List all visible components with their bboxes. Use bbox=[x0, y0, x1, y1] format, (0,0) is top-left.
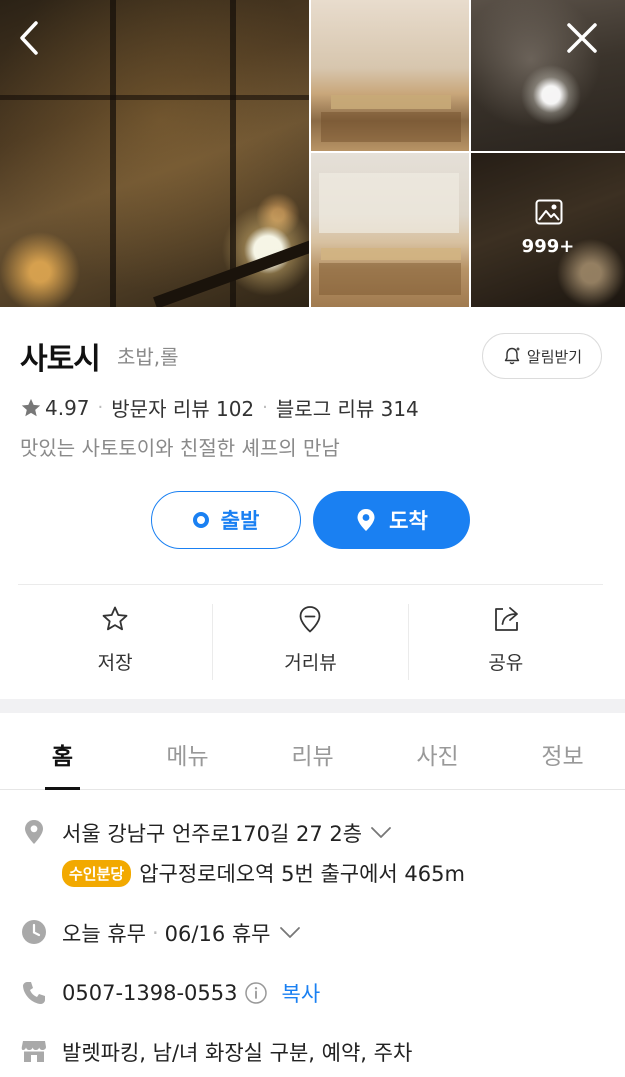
photo-gallery: 999+ bbox=[0, 0, 625, 307]
photo-thumb-3[interactable] bbox=[311, 153, 469, 307]
chevron-left-icon bbox=[20, 21, 38, 55]
close-icon bbox=[567, 23, 597, 53]
chevron-down-icon bbox=[371, 827, 391, 838]
subway-directions: 압구정로데오역 5번 출구에서 465m bbox=[139, 862, 465, 886]
location-pin-icon bbox=[357, 509, 375, 531]
map-pin-outline-icon bbox=[300, 606, 321, 633]
back-button[interactable] bbox=[10, 18, 50, 58]
action-row: 저장 거리뷰 공유 bbox=[18, 604, 603, 680]
place-category: 초밥,롤 bbox=[117, 345, 179, 369]
start-route-button[interactable]: 출발 bbox=[151, 491, 301, 549]
tab-info[interactable]: 정보 bbox=[500, 713, 625, 789]
image-icon bbox=[535, 199, 563, 225]
hours-next: 06/16 휴무 bbox=[164, 922, 271, 946]
clock-icon bbox=[22, 920, 46, 944]
rating-value: 4.97 bbox=[45, 395, 90, 420]
visitor-reviews-link[interactable]: 방문자 리뷰 102 bbox=[111, 393, 254, 422]
tab-reviews[interactable]: 리뷰 bbox=[250, 713, 375, 789]
share-label: 공유 bbox=[488, 652, 524, 674]
subway-line-badge: 수인분당 bbox=[62, 859, 132, 887]
save-button[interactable]: 저장 bbox=[18, 604, 214, 680]
tab-photos[interactable]: 사진 bbox=[375, 713, 500, 789]
more-photos-count[interactable]: 999+ bbox=[471, 236, 625, 257]
phone-number[interactable]: 0507-1398-0553 bbox=[62, 981, 238, 1005]
hours-today: 오늘 휴무 bbox=[62, 922, 146, 946]
alarm-button[interactable]: 알림받기 bbox=[482, 333, 602, 379]
chevron-down-icon bbox=[279, 927, 300, 938]
phone-icon bbox=[23, 982, 45, 1004]
separator-dot: · bbox=[97, 397, 104, 418]
tab-menu[interactable]: 메뉴 bbox=[125, 713, 250, 789]
street-view-button[interactable]: 거리뷰 bbox=[213, 604, 409, 680]
street-view-label: 거리뷰 bbox=[284, 652, 337, 674]
separator-dot: · bbox=[262, 397, 268, 418]
save-label: 저장 bbox=[97, 652, 133, 674]
close-button[interactable] bbox=[562, 18, 602, 58]
more-photos-overlay[interactable] bbox=[471, 153, 625, 307]
location-pin-icon bbox=[25, 820, 43, 844]
rating-row: 4.97 · 방문자 리뷰 102 · 블로그 리뷰 314 bbox=[20, 393, 419, 422]
bell-plus-icon bbox=[504, 347, 520, 365]
share-icon bbox=[494, 607, 518, 631]
divider bbox=[18, 584, 603, 585]
hours-row[interactable]: 오늘 휴무 · 06/16 휴무 bbox=[62, 918, 301, 948]
amenities-text: 발렛파킹, 남/녀 화장실 구분, 예약, 주차 bbox=[62, 1041, 413, 1065]
tab-bar: 홈 메뉴 리뷰 사진 정보 bbox=[0, 713, 625, 790]
store-icon bbox=[21, 1041, 46, 1062]
info-icon[interactable] bbox=[244, 981, 268, 1005]
copy-phone-button[interactable]: 복사 bbox=[282, 978, 321, 1008]
blog-reviews-link[interactable]: 블로그 리뷰 314 bbox=[276, 393, 419, 422]
alarm-label: 알림받기 bbox=[526, 347, 583, 366]
tab-home[interactable]: 홈 bbox=[0, 713, 125, 790]
origin-dot-icon bbox=[192, 512, 209, 528]
separator-dot: · bbox=[151, 921, 159, 945]
address-row[interactable]: 서울 강남구 언주로170길 27 2층 bbox=[62, 818, 392, 848]
start-route-label: 출발 bbox=[220, 509, 260, 533]
amenities-row: 발렛파킹, 남/녀 화장실 구분, 예약, 주차 bbox=[62, 1037, 412, 1067]
place-name: 사토시 bbox=[20, 342, 101, 377]
subway-row: 수인분당 압구정로데오역 5번 출구에서 465m bbox=[62, 858, 465, 888]
photo-thumb-1[interactable] bbox=[311, 0, 469, 151]
share-button[interactable]: 공유 bbox=[409, 604, 603, 680]
phone-row: 0507-1398-0553 복사 bbox=[62, 978, 320, 1008]
place-description: 맛있는 사토토이와 친절한 셰프의 만남 bbox=[20, 436, 340, 460]
section-divider bbox=[0, 699, 625, 713]
arrive-route-label: 도착 bbox=[389, 509, 428, 533]
star-outline-icon bbox=[102, 606, 128, 631]
address-text: 서울 강남구 언주로170길 27 2층 bbox=[62, 822, 363, 846]
star-icon bbox=[21, 398, 41, 416]
arrive-route-button[interactable]: 도착 bbox=[313, 491, 470, 549]
